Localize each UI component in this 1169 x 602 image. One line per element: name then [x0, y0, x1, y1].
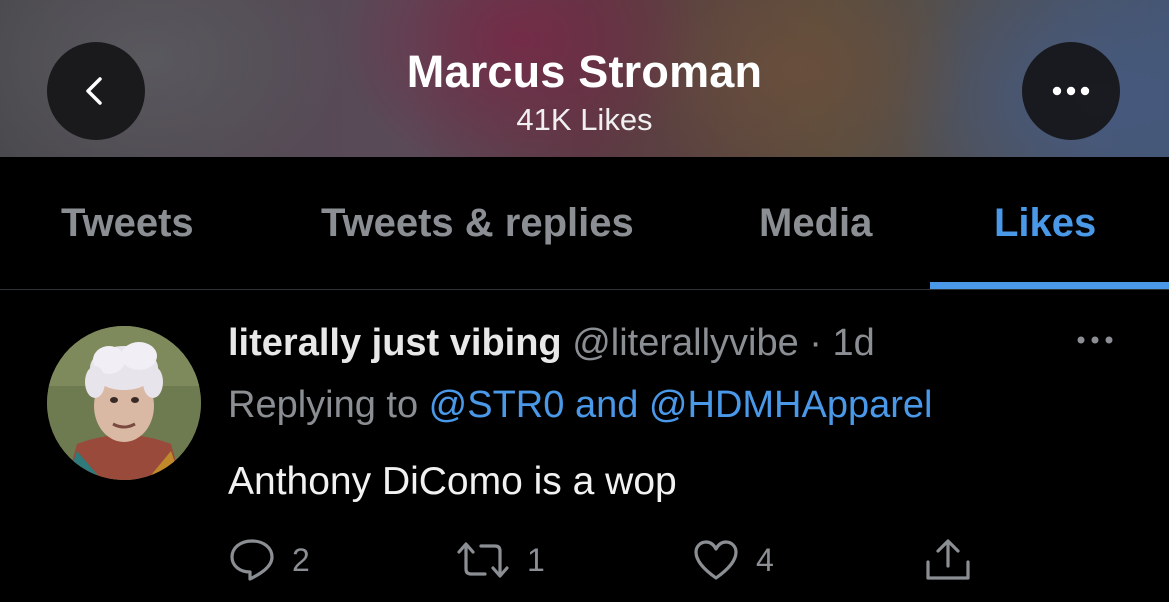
tweet-time: 1d	[832, 322, 875, 364]
profile-header: Marcus Stroman 41K Likes	[0, 0, 1169, 157]
more-horizontal-icon	[1077, 336, 1113, 344]
tweet-text: Anthony DiComo is a wop	[228, 460, 677, 503]
tab-tweets[interactable]: Tweets	[61, 201, 194, 246]
avatar[interactable]	[47, 326, 201, 480]
tweet-header: literally just vibing @literallyvibe · 1…	[228, 322, 875, 365]
profile-tabs: Tweets Tweets & replies Media Likes	[0, 157, 1169, 290]
retweet-count: 1	[527, 541, 545, 578]
tweet-more-button[interactable]	[1070, 330, 1120, 350]
active-tab-indicator	[930, 282, 1169, 289]
likes-count: 41K Likes	[516, 102, 653, 137]
profile-name: Marcus Stroman	[406, 46, 763, 97]
reply-prefix: Replying to	[228, 384, 429, 426]
retweet-icon	[457, 542, 509, 578]
more-horizontal-icon	[1052, 86, 1090, 96]
tweet-separator: ·	[798, 322, 833, 364]
reply-count: 2	[292, 541, 310, 578]
retweet-button[interactable]: 1	[455, 536, 545, 584]
reply-join: and	[564, 384, 649, 426]
tweet-display-name[interactable]: literally just vibing	[228, 322, 562, 364]
reply-mention-1[interactable]: @STR0	[429, 384, 565, 426]
share-icon	[926, 539, 970, 580]
like-count: 4	[756, 541, 774, 578]
tweet[interactable]: literally just vibing @literallyvibe · 1…	[0, 290, 1169, 602]
reply-context: Replying to @STR0 and @HDMHApparel	[228, 384, 932, 427]
tab-likes[interactable]: Likes	[994, 201, 1096, 246]
share-button[interactable]	[922, 536, 974, 584]
reply-mention-2[interactable]: @HDMHApparel	[649, 384, 933, 426]
avatar-image	[47, 326, 201, 480]
more-button[interactable]	[1022, 42, 1120, 140]
speech-bubble-icon	[230, 539, 274, 581]
reply-button[interactable]: 2	[228, 536, 310, 584]
tweet-handle[interactable]: @literallyvibe	[572, 322, 799, 364]
heart-icon	[694, 540, 738, 580]
like-button[interactable]: 4	[692, 536, 774, 584]
tab-media[interactable]: Media	[759, 201, 872, 246]
tab-tweets-replies[interactable]: Tweets & replies	[321, 201, 634, 246]
